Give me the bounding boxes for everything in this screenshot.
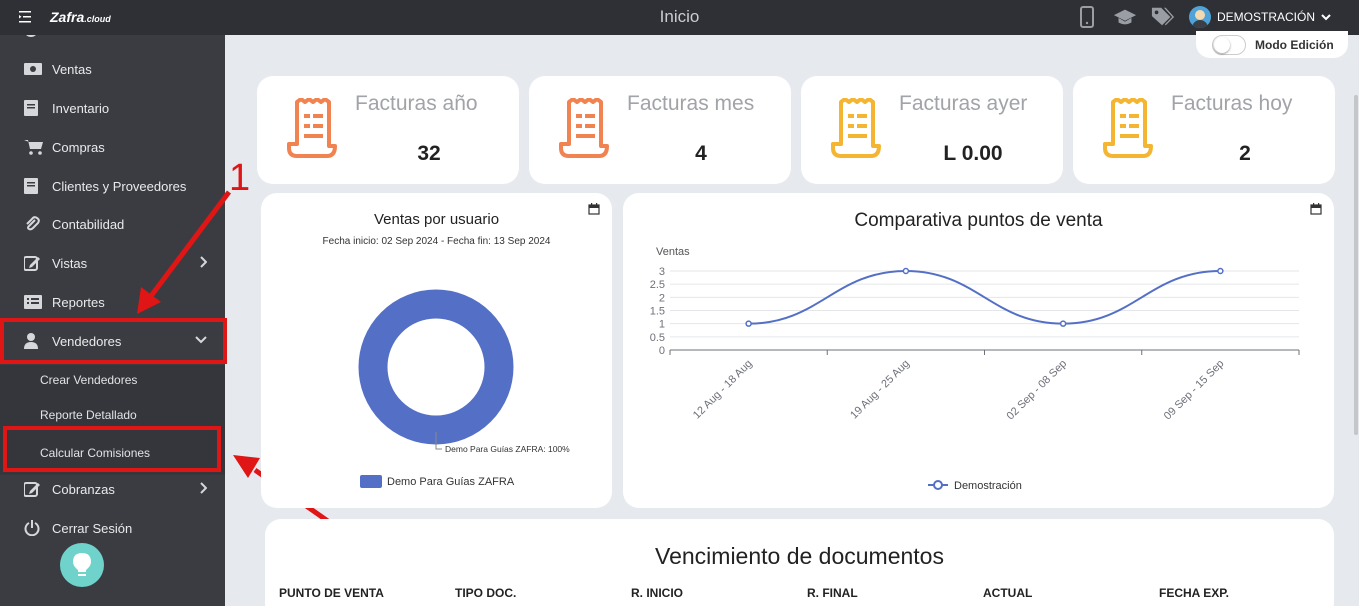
stat-value: 2: [1239, 142, 1251, 165]
stat-title: Facturas ayer: [899, 92, 1028, 115]
y-tick-label: 2: [659, 292, 665, 304]
data-label: Demo Para Guías ZAFRA: 100%: [445, 444, 570, 454]
user-menu[interactable]: DEMOSTRACIÓN: [1188, 6, 1331, 28]
y-tick-label: 1.5: [650, 306, 665, 318]
edit-mode-toggle[interactable]: Modo Edición: [1196, 31, 1348, 58]
column-header[interactable]: TIPO DOC.: [455, 586, 631, 600]
graduation-cap-icon[interactable]: [1113, 5, 1137, 29]
pie-slice: [358, 289, 514, 445]
column-header[interactable]: FECHA EXP.: [1159, 586, 1335, 600]
annotation-step-1: 1: [229, 157, 251, 199]
x-tick-label: 12 Aug - 18 Aug: [691, 358, 755, 422]
data-point: [1217, 267, 1224, 275]
donut-chart: Demo Para Guías ZAFRA: 100% Demo Para Gu…: [358, 289, 570, 488]
column-header[interactable]: PUNTO DE VENTA: [279, 586, 455, 600]
y-tick-label: 1: [659, 319, 665, 331]
stat-card-facturas-ano: Facturas año 32: [257, 76, 519, 184]
user-name: DEMOSTRACIÓN: [1216, 10, 1315, 24]
documents-table-header: PUNTO DE VENTA TIPO DOC. R. INICIO R. FI…: [279, 586, 1335, 600]
data-point: [1059, 320, 1067, 327]
stat-card-facturas-mes: Facturas mes 4: [529, 76, 791, 184]
receipt-icon: [287, 98, 337, 158]
receipt-icon: [559, 98, 609, 158]
stat-value: L 0.00: [943, 142, 1003, 165]
x-tick-label: 19 Aug - 25 Aug: [848, 358, 912, 422]
y-tick-label: 0.5: [650, 332, 665, 344]
scrollbar-thumb[interactable]: [1354, 95, 1358, 435]
x-tick-label: 02 Sep - 08 Sep: [1005, 358, 1070, 423]
receipt-icon: [1103, 98, 1153, 158]
y-tick-label: 3: [659, 266, 665, 278]
column-header[interactable]: R. INICIO: [631, 586, 807, 600]
tags-icon[interactable]: [1151, 5, 1175, 29]
stat-card-facturas-hoy: Facturas hoy 2: [1073, 76, 1335, 184]
stat-value: 32: [417, 142, 441, 165]
y-tick-label: 2.5: [650, 279, 665, 291]
documents-card: Vencimiento de documentos PUNTO DE VENTA…: [265, 519, 1334, 606]
edit-mode-switch[interactable]: [1212, 34, 1246, 55]
scrollbar[interactable]: [1353, 35, 1359, 606]
column-header[interactable]: ACTUAL: [983, 586, 1159, 600]
chart-card-ventas-por-usuario: Ventas por usuario Fecha inicio: 02 Sep …: [261, 193, 612, 508]
stat-title: Facturas mes: [627, 92, 755, 115]
legend-label: Demostración: [954, 480, 1022, 492]
edit-mode-label: Modo Edición: [1255, 37, 1334, 52]
avatar: [1188, 6, 1211, 28]
x-tick-label: 09 Sep - 15 Sep: [1162, 358, 1227, 423]
stat-title: Facturas hoy: [1171, 92, 1293, 115]
y-axis-label: Ventas: [656, 246, 690, 258]
chevron-down-icon: [1321, 14, 1331, 21]
stat-title: Facturas año: [355, 92, 478, 115]
mobile-icon[interactable]: [1075, 5, 1099, 29]
legend-label: Demo Para Guías ZAFRA: [387, 476, 515, 488]
data-point: [745, 320, 752, 327]
chart-card-comparativa: Comparativa puntos de venta Ventas 0 0.5 1…: [623, 193, 1334, 508]
documents-title: Vencimiento de documentos: [655, 543, 944, 569]
stat-card-facturas-ayer: Facturas ayer L 0.00: [801, 76, 1063, 184]
legend-swatch: [360, 475, 382, 488]
data-point: [902, 267, 910, 275]
y-tick-label: 0: [659, 345, 665, 357]
line-chart: Ventas 00.511.5 22.53 12 Aug - 18 Aug 19 A…: [650, 246, 1300, 492]
column-header[interactable]: R. FINAL: [807, 586, 983, 600]
receipt-icon: [831, 98, 881, 158]
stat-value: 4: [695, 142, 707, 165]
legend: Demostración: [928, 480, 1022, 492]
